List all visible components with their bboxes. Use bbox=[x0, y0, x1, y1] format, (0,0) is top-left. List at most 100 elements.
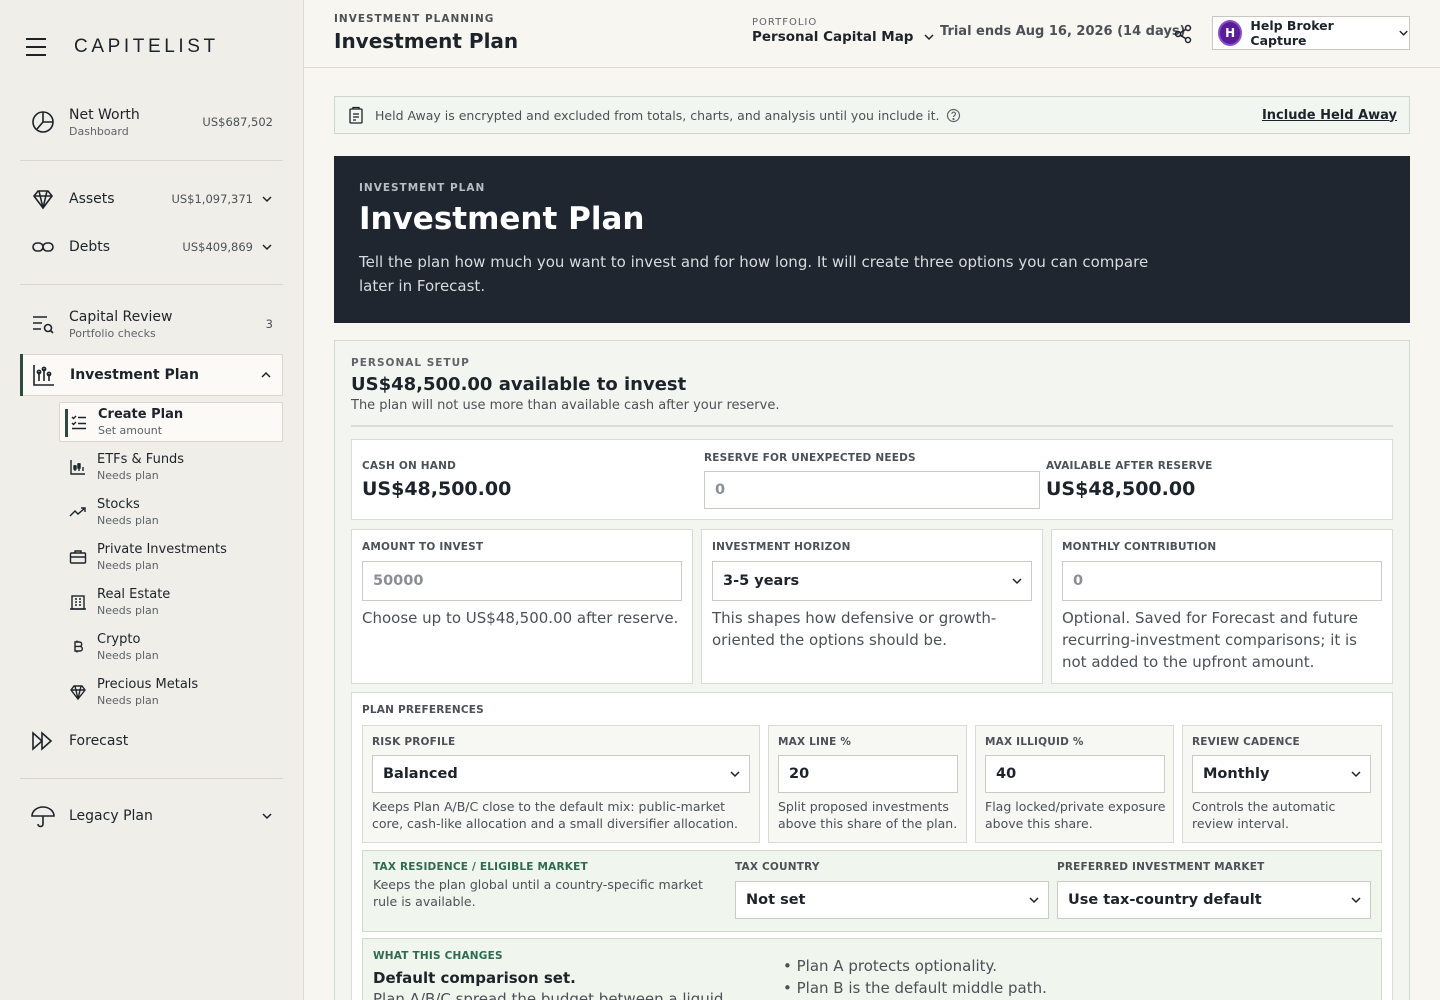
subitem-label: Crypto bbox=[97, 632, 141, 647]
sidebar-subitem-real-estate[interactable]: Real Estate Needs plan bbox=[59, 582, 283, 622]
available-label: AVAILABLE AFTER RESERVE bbox=[1046, 460, 1213, 472]
sidebar-item-investment-plan[interactable]: Investment Plan bbox=[20, 354, 283, 396]
amount-input[interactable]: 50000 bbox=[362, 561, 682, 601]
horizon-label: INVESTMENT HORIZON bbox=[712, 541, 851, 553]
subitem-sub: Set amount bbox=[98, 424, 163, 437]
chevron-down-icon[interactable] bbox=[261, 810, 273, 822]
tax-label: TAX RESIDENCE / ELIGIBLE MARKET bbox=[373, 861, 588, 873]
chevron-down-icon bbox=[1351, 897, 1361, 904]
assets-value: US$1,097,371 bbox=[171, 192, 253, 206]
share-icon[interactable] bbox=[1172, 23, 1194, 45]
portfolio-label: PORTFOLIO bbox=[752, 17, 818, 28]
include-held-away-link[interactable]: Include Held Away bbox=[1262, 108, 1397, 123]
divider bbox=[20, 778, 283, 779]
subitem-label: ETFs & Funds bbox=[97, 452, 185, 467]
reserve-input[interactable]: 0 bbox=[704, 471, 1040, 509]
sidebar: CAPITELIST Net Worth Dashboard US$687,50… bbox=[0, 0, 304, 1000]
subitem-sub: Needs plan bbox=[97, 604, 159, 617]
what-bullet-list: Plan A protects optionality. Plan B is t… bbox=[783, 955, 1047, 999]
avatar: H bbox=[1218, 20, 1243, 46]
sidebar-item-sub: Dashboard bbox=[69, 124, 129, 138]
app-logo: CAPITELIST bbox=[74, 36, 219, 57]
horizon-help: This shapes how defensive or growth-orie… bbox=[712, 609, 997, 649]
building-icon bbox=[69, 593, 87, 611]
sidebar-item-capital-review[interactable]: Capital Review Portfolio checks 3 bbox=[20, 304, 283, 344]
sidebar-subitem-stocks[interactable]: Stocks Needs plan bbox=[59, 492, 283, 532]
debts-value: US$409,869 bbox=[182, 240, 253, 254]
tax-help: Keeps the plan global until a country-sp… bbox=[373, 877, 703, 909]
market-value: Use tax-country default bbox=[1068, 892, 1262, 908]
hero-banner: INVESTMENT PLAN Investment Plan Tell the… bbox=[334, 156, 1410, 323]
list-item: Plan A protects optionality. bbox=[783, 955, 1047, 977]
cadence-help: Controls the automatic review interval. bbox=[1192, 799, 1336, 831]
sidebar-item-label: Forecast bbox=[69, 733, 129, 749]
chevron-down-icon[interactable] bbox=[261, 241, 273, 253]
market-select[interactable]: Use tax-country default bbox=[1057, 881, 1371, 919]
divider bbox=[351, 425, 1393, 427]
setup-subtitle: The plan will not use more than availabl… bbox=[351, 398, 780, 413]
review-cadence-panel: REVIEW CADENCE Monthly Controls the auto… bbox=[1182, 725, 1382, 843]
sidebar-item-sub: Portfolio checks bbox=[69, 326, 156, 340]
tax-country-select[interactable]: Not set bbox=[735, 881, 1049, 919]
link-icon bbox=[30, 234, 56, 260]
sidebar-item-debts[interactable]: Debts US$409,869 bbox=[20, 232, 283, 262]
briefcase-icon bbox=[69, 548, 87, 566]
max-line-input[interactable]: 20 bbox=[778, 755, 958, 793]
chevron-down-icon[interactable] bbox=[261, 193, 273, 205]
sidebar-item-legacy-plan[interactable]: Legacy Plan bbox=[20, 801, 283, 831]
risk-select[interactable]: Balanced bbox=[372, 755, 750, 793]
subitem-label: Private Investments bbox=[97, 542, 227, 557]
checklist-icon bbox=[70, 413, 88, 431]
fast-forward-icon bbox=[30, 728, 56, 754]
menu-icon[interactable] bbox=[26, 38, 46, 56]
reserve-label: RESERVE FOR UNEXPECTED NEEDS bbox=[704, 452, 916, 464]
trial-status: Trial ends Aug 16, 2026 (14 days) bbox=[940, 24, 1186, 39]
notice-text: Held Away is encrypted and excluded from… bbox=[375, 107, 940, 123]
sidebar-subitem-private-investments[interactable]: Private Investments Needs plan bbox=[59, 537, 283, 577]
subitem-sub: Needs plan bbox=[97, 694, 159, 707]
sidebar-subitem-create-plan[interactable]: Create Plan Set amount bbox=[59, 402, 283, 442]
chevron-down-icon bbox=[1029, 897, 1039, 904]
risk-value: Balanced bbox=[383, 766, 458, 782]
personal-setup-card: PERSONAL SETUP US$48,500.00 available to… bbox=[334, 340, 1410, 1000]
max-illiquid-label: MAX ILLIQUID % bbox=[985, 736, 1084, 748]
sidebar-item-assets[interactable]: Assets US$1,097,371 bbox=[20, 184, 283, 214]
subitem-sub: Needs plan bbox=[97, 559, 159, 572]
clipboard-lock-icon bbox=[349, 106, 363, 124]
brand: CAPITELIST bbox=[26, 36, 219, 58]
cash-on-hand-label: CASH ON HAND bbox=[362, 460, 457, 472]
cash-summary-panel: CASH ON HAND US$48,500.00 RESERVE FOR UN… bbox=[351, 439, 1393, 520]
monthly-input[interactable]: 0 bbox=[1062, 561, 1382, 601]
sidebar-item-net-worth[interactable]: Net Worth Dashboard US$687,502 bbox=[20, 102, 283, 142]
chevron-up-icon[interactable] bbox=[260, 369, 272, 381]
subitem-label: Precious Metals bbox=[97, 677, 199, 692]
cash-on-hand-value: US$48,500.00 bbox=[362, 478, 512, 500]
help-icon[interactable] bbox=[946, 108, 961, 123]
subitem-sub: Needs plan bbox=[97, 514, 159, 527]
user-menu-button[interactable]: H Help Broker Capture bbox=[1212, 16, 1410, 50]
trend-up-icon bbox=[69, 503, 87, 521]
sidebar-item-forecast[interactable]: Forecast bbox=[20, 726, 283, 756]
page-title: Investment Plan bbox=[334, 29, 519, 53]
cadence-select[interactable]: Monthly bbox=[1192, 755, 1371, 793]
monthly-label: MONTHLY CONTRIBUTION bbox=[1062, 541, 1217, 553]
candlestick-icon bbox=[69, 458, 87, 476]
what-label: WHAT THIS CHANGES bbox=[373, 950, 503, 962]
sidebar-item-label: Capital Review bbox=[69, 308, 173, 325]
review-list-icon bbox=[30, 311, 56, 337]
divider bbox=[20, 284, 283, 285]
setup-title: US$48,500.00 available to invest bbox=[351, 374, 687, 395]
sidebar-subitem-precious-metals[interactable]: Precious Metals Needs plan bbox=[59, 672, 283, 712]
max-illiquid-panel: MAX ILLIQUID % 40 Flag locked/private ex… bbox=[975, 725, 1174, 843]
what-title: Default comparison set. bbox=[373, 969, 576, 987]
market-label: PREFERRED INVESTMENT MARKET bbox=[1057, 861, 1265, 873]
portfolio-selector[interactable]: PORTFOLIO Personal Capital Map bbox=[752, 17, 935, 45]
what-description: Plan A/B/C spread the budget between a l… bbox=[373, 990, 724, 1000]
sidebar-subitem-crypto[interactable]: Crypto Needs plan bbox=[59, 627, 283, 667]
monthly-help: Optional. Saved for Forecast and future … bbox=[1062, 609, 1358, 671]
sidebar-subitem-etfs[interactable]: ETFs & Funds Needs plan bbox=[59, 447, 283, 487]
horizon-select[interactable]: 3-5 years bbox=[712, 561, 1032, 601]
sidebar-item-label: Assets bbox=[69, 191, 115, 207]
max-illiquid-input[interactable]: 40 bbox=[985, 755, 1165, 793]
sidebar-item-label: Legacy Plan bbox=[69, 808, 153, 824]
